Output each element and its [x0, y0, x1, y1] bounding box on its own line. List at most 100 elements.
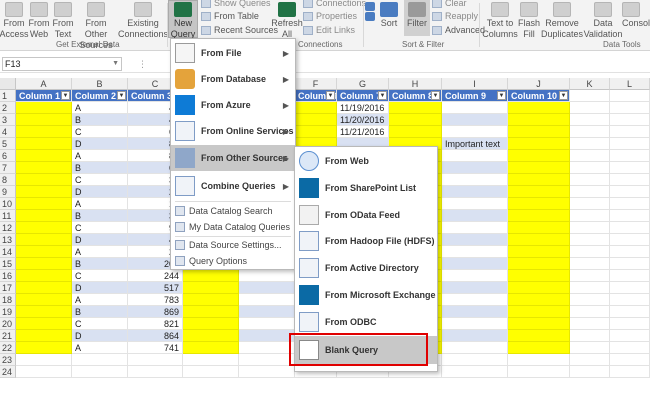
cell[interactable] — [16, 342, 72, 354]
cell[interactable] — [508, 210, 570, 222]
menu-query-options[interactable]: Query Options — [171, 253, 295, 269]
cell[interactable] — [16, 282, 72, 294]
submenu-from-web[interactable]: From Web — [295, 148, 437, 174]
cell[interactable] — [442, 366, 508, 378]
cell[interactable] — [508, 126, 570, 138]
clear-button[interactable]: Clear — [432, 0, 467, 8]
cell[interactable] — [570, 126, 610, 138]
connections-button[interactable]: Connections — [303, 0, 366, 8]
cell[interactable]: A — [72, 102, 128, 114]
cell[interactable] — [610, 342, 650, 354]
cell[interactable] — [183, 306, 239, 318]
column-header[interactable]: G — [337, 78, 389, 90]
cell[interactable] — [442, 174, 508, 186]
cell[interactable] — [16, 126, 72, 138]
cell[interactable] — [442, 210, 508, 222]
row-header[interactable]: 17 — [0, 282, 16, 294]
cell[interactable] — [570, 354, 610, 366]
menu-my-data-catalog-queries[interactable]: My Data Catalog Queries — [171, 219, 295, 235]
menu-from-file[interactable]: From File ▶ — [171, 40, 295, 66]
cell[interactable]: D — [72, 234, 128, 246]
cell[interactable] — [442, 186, 508, 198]
row-header[interactable]: 14 — [0, 246, 16, 258]
cell[interactable] — [183, 354, 239, 366]
cell[interactable] — [239, 342, 295, 354]
cell[interactable] — [16, 306, 72, 318]
cell[interactable] — [570, 138, 610, 150]
text-to-columns-button[interactable]: Text to Columns — [482, 2, 518, 40]
cell[interactable]: B — [72, 258, 128, 270]
row-header[interactable]: 4 — [0, 126, 16, 138]
cell[interactable] — [442, 354, 508, 366]
cell[interactable] — [442, 330, 508, 342]
consolidate-button[interactable]: Consoli — [622, 2, 650, 29]
cell[interactable] — [183, 342, 239, 354]
cell[interactable]: A — [72, 198, 128, 210]
remove-duplicates-button[interactable]: Remove Duplicates — [540, 2, 584, 40]
cell[interactable] — [570, 342, 610, 354]
cell[interactable] — [570, 186, 610, 198]
cell[interactable] — [128, 366, 183, 378]
cell[interactable]: A — [72, 294, 128, 306]
cell[interactable] — [442, 102, 508, 114]
cell[interactable]: 869 — [128, 306, 183, 318]
cell[interactable] — [570, 246, 610, 258]
cell[interactable] — [508, 318, 570, 330]
cell[interactable] — [610, 318, 650, 330]
cell[interactable] — [16, 246, 72, 258]
cell[interactable] — [16, 186, 72, 198]
edit-links-button[interactable]: Edit Links — [303, 25, 355, 35]
cell[interactable] — [610, 282, 650, 294]
filter-dropdown-icon[interactable]: ▼ — [431, 91, 440, 100]
sort-az-button[interactable] — [364, 2, 376, 22]
cell[interactable] — [570, 318, 610, 330]
cell[interactable] — [389, 102, 442, 114]
row-header[interactable]: 3 — [0, 114, 16, 126]
row-header[interactable]: 9 — [0, 186, 16, 198]
column-header[interactable]: L — [610, 78, 650, 90]
from-text-button[interactable]: From Text — [52, 2, 74, 40]
column-header[interactable]: H — [389, 78, 442, 90]
cell[interactable] — [610, 294, 650, 306]
cell[interactable]: 741 — [128, 342, 183, 354]
cell[interactable]: C — [72, 270, 128, 282]
row-header[interactable]: 12 — [0, 222, 16, 234]
column-header[interactable]: B — [72, 78, 128, 90]
cell[interactable] — [508, 150, 570, 162]
cell[interactable] — [16, 174, 72, 186]
table-header-cell[interactable]: Column 2 ▼ — [72, 90, 128, 102]
cell[interactable] — [570, 102, 610, 114]
cell[interactable] — [610, 150, 650, 162]
cell[interactable] — [16, 318, 72, 330]
cell[interactable] — [239, 306, 295, 318]
row-header[interactable]: 6 — [0, 150, 16, 162]
existing-connections-button[interactable]: Existing Connections — [118, 2, 168, 40]
cell[interactable] — [610, 138, 650, 150]
cell[interactable] — [389, 114, 442, 126]
menu-from-online-services[interactable]: From Online Services ▶ — [171, 118, 295, 144]
cell[interactable] — [239, 318, 295, 330]
cell[interactable] — [442, 114, 508, 126]
cell[interactable] — [16, 138, 72, 150]
show-queries-button[interactable]: Show Queries — [201, 0, 271, 8]
cell[interactable] — [16, 210, 72, 222]
cell[interactable] — [16, 198, 72, 210]
cell[interactable] — [508, 342, 570, 354]
cell[interactable] — [16, 114, 72, 126]
cell[interactable] — [16, 102, 72, 114]
column-header[interactable]: F — [295, 78, 337, 90]
name-box[interactable]: F13 ▼ — [2, 57, 122, 71]
cell[interactable] — [442, 246, 508, 258]
cell[interactable]: 11/20/2016 — [337, 114, 389, 126]
cell[interactable] — [570, 258, 610, 270]
cell[interactable] — [610, 246, 650, 258]
cell[interactable]: 864 — [128, 330, 183, 342]
cell[interactable] — [508, 174, 570, 186]
cell[interactable] — [610, 186, 650, 198]
cell[interactable] — [508, 198, 570, 210]
sort-button[interactable]: Sort — [378, 2, 400, 29]
cell[interactable]: 783 — [128, 294, 183, 306]
row-header[interactable]: 18 — [0, 294, 16, 306]
cell[interactable] — [295, 126, 337, 138]
row-header[interactable]: 13 — [0, 234, 16, 246]
